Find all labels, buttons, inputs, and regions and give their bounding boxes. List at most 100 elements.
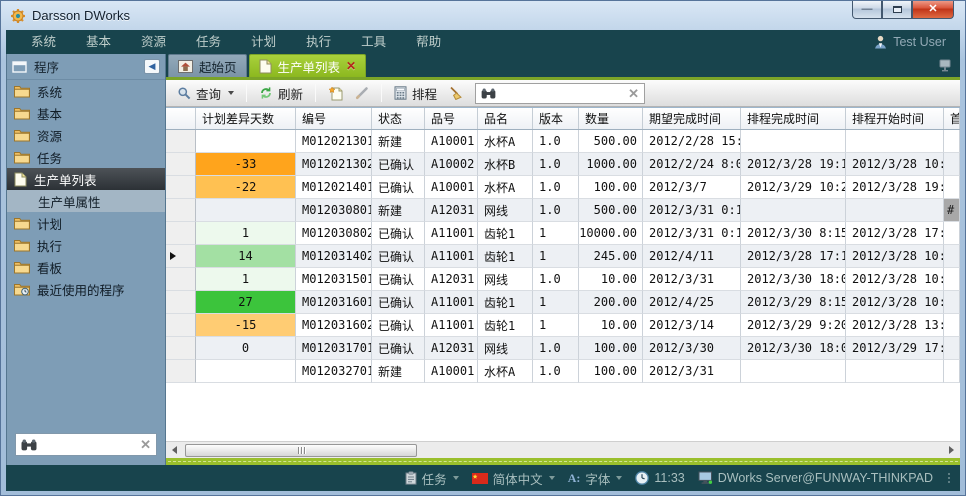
- table-row[interactable]: -22M012021401已确认A10001水杯A1.0100.002012/3…: [166, 176, 960, 199]
- menu-item-7[interactable]: 帮助: [401, 30, 456, 54]
- cell-extra[interactable]: [944, 291, 960, 314]
- tab-close-icon[interactable]: ✕: [346, 60, 356, 72]
- server-status[interactable]: DWorks Server@FUNWAY-THINKPAD: [698, 471, 933, 485]
- cell-sched_finish[interactable]: 2012/3/30 18:00: [741, 268, 846, 291]
- new-button[interactable]: [325, 84, 347, 103]
- menu-item-2[interactable]: 资源: [126, 30, 181, 54]
- toolbar-search-input[interactable]: [501, 86, 623, 100]
- sidebar-item-4[interactable]: 生产单列表: [7, 168, 165, 190]
- cell-code[interactable]: M012031602: [296, 314, 372, 337]
- cell-sched_finish[interactable]: [741, 360, 846, 383]
- cell-sched_start[interactable]: 2012/3/28 10:52: [846, 245, 944, 268]
- cell-qty[interactable]: 500.00: [579, 130, 643, 153]
- scroll-right-button[interactable]: [943, 442, 960, 458]
- cell-expected[interactable]: 2012/3/31 0:10: [643, 199, 741, 222]
- table-row[interactable]: -15M012031602已确认A11001齿轮1110.002012/3/14…: [166, 314, 960, 337]
- sidebar-item-2[interactable]: 资源: [7, 124, 165, 146]
- column-header-11[interactable]: 首: [944, 108, 960, 129]
- cell-expected[interactable]: 2012/3/30: [643, 337, 741, 360]
- cell-item_name[interactable]: 水杯A: [478, 130, 533, 153]
- table-row[interactable]: 0M012031701已确认A12031网线1.0100.002012/3/30…: [166, 337, 960, 360]
- cell-code[interactable]: M012021401: [296, 176, 372, 199]
- cell-extra[interactable]: [944, 245, 960, 268]
- row-header-cell[interactable]: [166, 314, 196, 337]
- column-header-9[interactable]: 排程完成时间: [741, 108, 846, 129]
- menu-item-5[interactable]: 执行: [291, 30, 346, 54]
- table-row[interactable]: 27M012031601已确认A11001齿轮11200.002012/4/25…: [166, 291, 960, 314]
- cell-sched_finish[interactable]: 2012/3/29 8:15: [741, 291, 846, 314]
- cell-item_name[interactable]: 水杯A: [478, 176, 533, 199]
- cell-sched_start[interactable]: 2012/3/28 10:52: [846, 291, 944, 314]
- cell-version[interactable]: 1: [533, 291, 579, 314]
- row-header-cell[interactable]: [166, 199, 196, 222]
- cell-version[interactable]: 1: [533, 222, 579, 245]
- cell-item_no[interactable]: A12031: [425, 268, 478, 291]
- cell-sched_finish[interactable]: 2012/3/28 19:10: [741, 153, 846, 176]
- cell-status[interactable]: 新建: [372, 130, 425, 153]
- cell-status[interactable]: 已确认: [372, 153, 425, 176]
- cell-status[interactable]: 已确认: [372, 268, 425, 291]
- column-header-1[interactable]: 计划差异天数: [196, 108, 296, 129]
- cell-expected[interactable]: 2012/3/31: [643, 268, 741, 291]
- language-menu[interactable]: 简体中文: [472, 469, 555, 488]
- cell-item_no[interactable]: A11001: [425, 314, 478, 337]
- sidebar-item-3[interactable]: 任务: [7, 146, 165, 168]
- cell-status[interactable]: 已确认: [372, 245, 425, 268]
- refresh-button[interactable]: 刷新: [256, 82, 306, 105]
- cell-version[interactable]: 1: [533, 245, 579, 268]
- column-header-10[interactable]: 排程开始时间: [846, 108, 944, 129]
- menu-item-6[interactable]: 工具: [346, 30, 401, 54]
- cell-extra[interactable]: [944, 314, 960, 337]
- cell-diff[interactable]: 14: [196, 245, 296, 268]
- cell-status[interactable]: 已确认: [372, 222, 425, 245]
- table-row[interactable]: M012030801新建A12031网线1.0500.002012/3/31 0…: [166, 199, 960, 222]
- cell-item_no[interactable]: A12031: [425, 199, 478, 222]
- row-header-cell[interactable]: [166, 291, 196, 314]
- column-header-7[interactable]: 数量: [579, 108, 643, 129]
- schedule-button[interactable]: 排程: [391, 82, 440, 105]
- cell-extra[interactable]: [944, 130, 960, 153]
- table-row[interactable]: 1M012031501已确认A12031网线1.010.002012/3/312…: [166, 268, 960, 291]
- row-header-cell[interactable]: [166, 222, 196, 245]
- sidebar-item-5[interactable]: 生产单属性: [7, 190, 165, 212]
- tasks-menu[interactable]: 任务: [405, 469, 459, 488]
- row-header-cell[interactable]: [166, 268, 196, 291]
- cell-extra[interactable]: [944, 222, 960, 245]
- cell-qty[interactable]: 10.00: [579, 314, 643, 337]
- column-header-2[interactable]: 编号: [296, 108, 372, 129]
- cell-diff[interactable]: 1: [196, 268, 296, 291]
- clock-status[interactable]: 11:33: [635, 471, 684, 485]
- cell-sched_start[interactable]: 2012/3/28 10:52: [846, 268, 944, 291]
- sidebar-item-8[interactable]: 看板: [7, 256, 165, 278]
- pin-icon[interactable]: [938, 59, 952, 72]
- cell-sched_finish[interactable]: 2012/3/29 9:20: [741, 314, 846, 337]
- cell-version[interactable]: 1: [533, 314, 579, 337]
- query-button[interactable]: 查询: [174, 82, 237, 105]
- cell-extra[interactable]: [944, 268, 960, 291]
- toolbar-search-clear-icon[interactable]: ✕: [628, 87, 639, 100]
- cell-status[interactable]: 已确认: [372, 291, 425, 314]
- cell-status[interactable]: 已确认: [372, 337, 425, 360]
- sidebar-item-0[interactable]: 系统: [7, 80, 165, 102]
- cell-expected[interactable]: 2012/2/24 8:00: [643, 153, 741, 176]
- cell-expected[interactable]: 2012/3/7: [643, 176, 741, 199]
- cell-expected[interactable]: 2012/3/31: [643, 360, 741, 383]
- cell-item_no[interactable]: A11001: [425, 245, 478, 268]
- cell-sched_finish[interactable]: 2012/3/28 17:13: [741, 245, 846, 268]
- cell-version[interactable]: 1.0: [533, 130, 579, 153]
- row-header-cell[interactable]: [166, 176, 196, 199]
- cell-version[interactable]: 1.0: [533, 360, 579, 383]
- menu-item-1[interactable]: 基本: [71, 30, 126, 54]
- cell-item_no[interactable]: A11001: [425, 291, 478, 314]
- cell-code[interactable]: M012030802: [296, 222, 372, 245]
- cell-sched_start[interactable]: [846, 199, 944, 222]
- sidebar-item-7[interactable]: 执行: [7, 234, 165, 256]
- sidebar-search-clear-icon[interactable]: ✕: [140, 438, 151, 451]
- column-header-6[interactable]: 版本: [533, 108, 579, 129]
- cell-sched_finish[interactable]: [741, 130, 846, 153]
- cell-extra[interactable]: [944, 337, 960, 360]
- cell-extra[interactable]: [944, 176, 960, 199]
- cell-diff[interactable]: -15: [196, 314, 296, 337]
- cell-item_no[interactable]: A10001: [425, 176, 478, 199]
- cell-code[interactable]: M012030801: [296, 199, 372, 222]
